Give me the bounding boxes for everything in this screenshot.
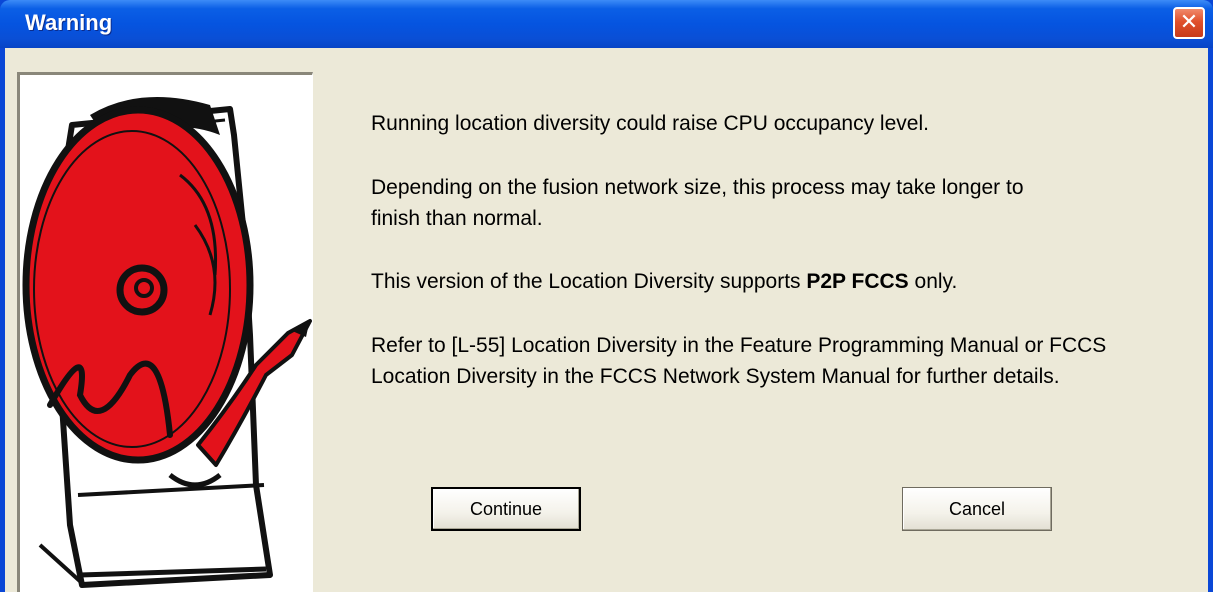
window-title: Warning <box>25 10 113 35</box>
dialog-body: Running location diversity could raise C… <box>5 48 1208 592</box>
close-button[interactable]: ✕ <box>1173 7 1205 39</box>
close-icon: ✕ <box>1179 10 1199 35</box>
warning-illustration-panel <box>17 72 313 592</box>
continue-button[interactable]: Continue <box>431 487 581 531</box>
message-paragraph-3: This version of the Location Diversity s… <box>371 266 1131 297</box>
red-bell-icon <box>22 97 312 588</box>
warning-dialog: Warning ✕ Running location diversity cou… <box>0 0 1213 592</box>
message-p3-prefix: This version of the Location Diversity s… <box>371 270 807 293</box>
message-paragraph-2: Depending on the fusion network size, th… <box>371 176 1024 230</box>
cancel-button[interactable]: Cancel <box>902 487 1052 531</box>
message-line-1: Running location diversity could raise C… <box>371 112 929 135</box>
title-bar[interactable]: Warning ✕ <box>0 0 1213 48</box>
message-paragraph-4: Refer to [L-55] Location Diversity in th… <box>371 334 1107 388</box>
message-p3-suffix: only. <box>908 270 958 293</box>
protocol-emphasis: P2P FCCS <box>806 270 909 293</box>
